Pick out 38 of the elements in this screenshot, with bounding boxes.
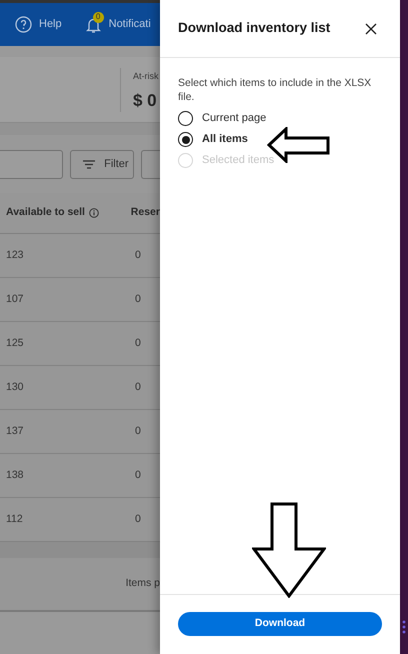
radio-button[interactable]	[178, 111, 193, 126]
close-icon	[365, 22, 377, 34]
table-cell-text: 0	[134, 424, 141, 439]
info-icon	[88, 208, 99, 218]
download-button[interactable]: Download	[178, 612, 382, 636]
notification-badge: 0	[92, 12, 104, 22]
table-cell-text: 0	[134, 248, 141, 263]
panel-title: Download inventory list	[178, 19, 330, 38]
dots-icon	[402, 620, 406, 634]
radio-button[interactable]	[178, 132, 193, 147]
table-cell-text: 0	[134, 336, 141, 351]
table-cell-text: 0	[134, 512, 141, 527]
table-cell-text: 123	[5, 248, 25, 263]
table-cell-text: 0	[134, 468, 141, 483]
panel-description: Select which items to include in the XLSX file.	[178, 76, 372, 104]
radio-label: All items	[202, 132, 248, 148]
column-header: Available to sell	[6, 205, 85, 220]
at-risk-label: At-risk	[133, 70, 158, 83]
filter-icon	[83, 160, 96, 168]
help-icon[interactable]	[15, 16, 32, 33]
table-cell-text: 0	[134, 292, 141, 307]
table-cell-text: 125	[5, 336, 25, 351]
table-cell-text: 107	[5, 292, 25, 307]
close-button[interactable]	[364, 22, 378, 36]
table-cell-text: 112	[5, 512, 24, 527]
search-field[interactable]	[0, 150, 64, 178]
table-cell-text: 137	[5, 424, 25, 439]
table-cell-text: 138	[5, 468, 25, 483]
items-per-page-label: Items p	[126, 576, 160, 592]
filter-button[interactable]: Filter	[70, 150, 134, 178]
column-header: Reser	[130, 205, 160, 220]
help-link[interactable]: Help	[39, 16, 62, 33]
table-cell-text: 130	[5, 380, 25, 395]
radio-label: Current page	[202, 111, 266, 126]
table-cell-text: 0	[134, 380, 141, 395]
radio-label: Selected items	[202, 153, 274, 168]
notifications-link[interactable]: Notificati	[108, 16, 151, 33]
at-risk-value: $ 0	[133, 90, 158, 112]
